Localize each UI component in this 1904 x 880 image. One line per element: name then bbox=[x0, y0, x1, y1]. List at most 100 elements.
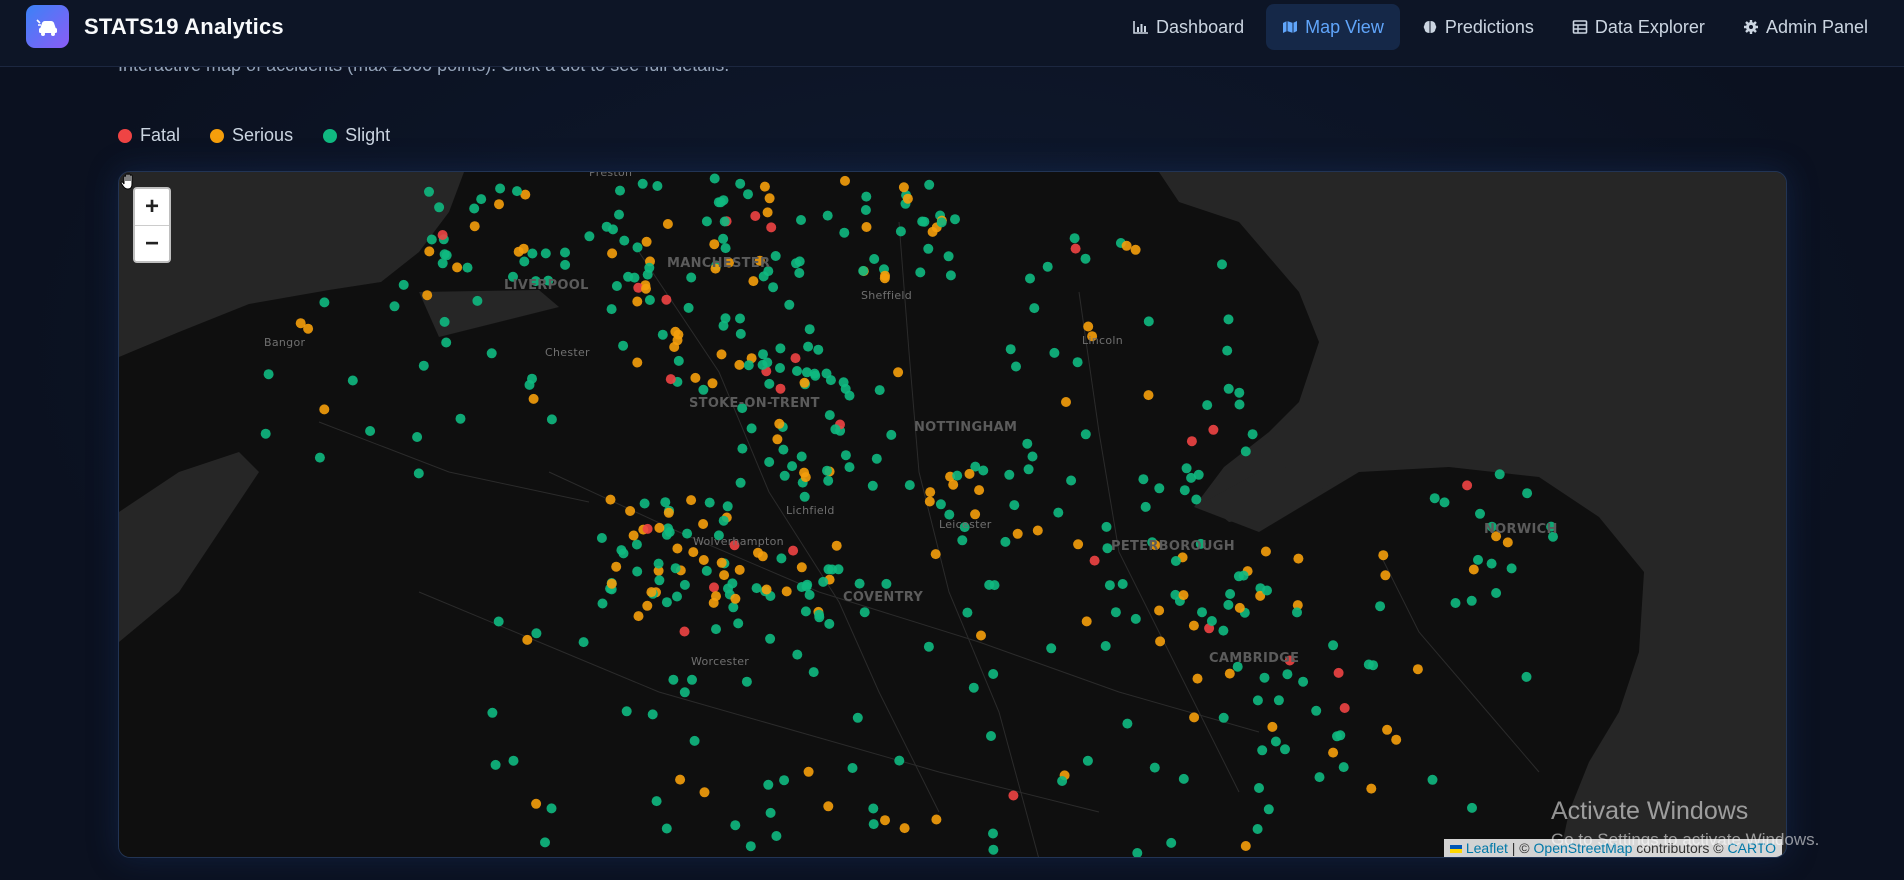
accident-marker-slight[interactable] bbox=[679, 579, 690, 590]
accident-marker-slight[interactable] bbox=[683, 302, 694, 313]
accident-marker-slight[interactable] bbox=[661, 823, 672, 834]
accident-marker-serious[interactable] bbox=[611, 561, 622, 572]
accident-marker-slight[interactable] bbox=[1202, 400, 1213, 411]
accident-marker-slight[interactable] bbox=[611, 281, 622, 291]
accident-marker-slight[interactable] bbox=[701, 216, 712, 227]
accident-marker-slight[interactable] bbox=[621, 706, 632, 717]
accident-marker-serious[interactable] bbox=[688, 547, 699, 558]
accident-marker-slight[interactable] bbox=[1072, 357, 1083, 368]
accident-marker-slight[interactable] bbox=[1027, 451, 1038, 462]
accident-marker-slight[interactable] bbox=[651, 796, 662, 807]
accident-marker-serious[interactable] bbox=[781, 586, 792, 597]
accident-marker-serious[interactable] bbox=[974, 485, 985, 496]
accident-marker-slight[interactable] bbox=[1368, 660, 1379, 671]
accident-marker-slight[interactable] bbox=[894, 755, 905, 766]
accident-marker-slight[interactable] bbox=[768, 282, 779, 293]
accident-marker-serious[interactable] bbox=[879, 273, 890, 284]
accident-marker-serious[interactable] bbox=[1073, 539, 1084, 550]
accident-marker-serious[interactable] bbox=[757, 551, 768, 562]
accident-marker-slight[interactable] bbox=[493, 616, 504, 627]
accident-marker-serious[interactable] bbox=[1032, 525, 1043, 536]
accident-marker-slight[interactable] bbox=[1240, 446, 1251, 457]
accident-marker-slight[interactable] bbox=[803, 341, 814, 352]
accident-marker-fatal[interactable] bbox=[790, 353, 801, 364]
accident-marker-slight[interactable] bbox=[512, 186, 522, 197]
accident-marker-serious[interactable] bbox=[452, 262, 463, 273]
accident-marker-serious[interactable] bbox=[1083, 321, 1094, 332]
accident-marker-serious[interactable] bbox=[1188, 620, 1199, 631]
accident-marker-slight[interactable] bbox=[838, 377, 849, 388]
accident-marker-slight[interactable] bbox=[871, 453, 882, 464]
accident-marker-slight[interactable] bbox=[822, 465, 832, 476]
accident-marker-serious[interactable] bbox=[295, 318, 306, 329]
accident-marker-slight[interactable] bbox=[1521, 671, 1532, 682]
accident-marker-serious[interactable] bbox=[633, 611, 644, 622]
accident-marker-slight[interactable] bbox=[861, 191, 872, 202]
osm-link[interactable]: OpenStreetMap bbox=[1534, 840, 1633, 856]
accident-marker-slight[interactable] bbox=[867, 480, 878, 491]
accident-marker-slight[interactable] bbox=[519, 256, 530, 267]
accident-marker-slight[interactable] bbox=[701, 565, 712, 576]
accident-marker-slight[interactable] bbox=[722, 501, 733, 512]
accident-marker-slight[interactable] bbox=[439, 316, 450, 327]
accident-marker-slight[interactable] bbox=[799, 491, 810, 502]
accident-marker-slight[interactable] bbox=[1023, 464, 1034, 475]
accident-marker-serious[interactable] bbox=[642, 600, 653, 611]
accident-marker-slight[interactable] bbox=[260, 428, 271, 439]
accident-marker-slight[interactable] bbox=[1110, 607, 1121, 618]
accident-marker-slight[interactable] bbox=[1282, 669, 1293, 680]
carto-link[interactable]: CARTO bbox=[1728, 840, 1777, 856]
accident-marker-serious[interactable] bbox=[1412, 664, 1423, 675]
accident-marker-slight[interactable] bbox=[1429, 493, 1440, 504]
accident-marker-serious[interactable] bbox=[632, 296, 643, 307]
accident-marker-slight[interactable] bbox=[1223, 383, 1234, 394]
accident-marker-slight[interactable] bbox=[1009, 500, 1020, 511]
accident-marker-serious[interactable] bbox=[927, 226, 938, 237]
accident-marker-slight[interactable] bbox=[1522, 488, 1533, 499]
accident-marker-slight[interactable] bbox=[1223, 599, 1234, 610]
accident-marker-serious[interactable] bbox=[707, 378, 718, 389]
accident-marker-serious[interactable] bbox=[1468, 564, 1479, 575]
accident-marker-slight[interactable] bbox=[751, 583, 762, 594]
accident-marker-slight[interactable] bbox=[1069, 233, 1080, 244]
accident-marker-slight[interactable] bbox=[787, 461, 798, 472]
accident-marker-slight[interactable] bbox=[682, 528, 693, 539]
accident-marker-slight[interactable] bbox=[1218, 712, 1229, 723]
accident-marker-serious[interactable] bbox=[764, 193, 775, 204]
accident-marker-serious[interactable] bbox=[531, 798, 542, 809]
accident-marker-slight[interactable] bbox=[578, 637, 589, 648]
accident-marker-slight[interactable] bbox=[524, 379, 535, 390]
accident-marker-slight[interactable] bbox=[314, 452, 325, 463]
accident-marker-serious[interactable] bbox=[1155, 636, 1166, 647]
accident-marker-slight[interactable] bbox=[735, 178, 746, 189]
accident-marker-slight[interactable] bbox=[469, 203, 480, 214]
accident-marker-slight[interactable] bbox=[814, 609, 825, 620]
accident-marker-slight[interactable] bbox=[434, 202, 445, 213]
accident-marker-slight[interactable] bbox=[1338, 762, 1349, 773]
accident-marker-slight[interactable] bbox=[1223, 314, 1234, 325]
accident-marker-serious[interactable] bbox=[1224, 668, 1235, 679]
accident-marker-slight[interactable] bbox=[1206, 616, 1217, 626]
accident-marker-slight[interactable] bbox=[796, 451, 807, 462]
accident-marker-slight[interactable] bbox=[560, 259, 571, 270]
accident-marker-serious[interactable] bbox=[1192, 673, 1203, 684]
accident-marker-slight[interactable] bbox=[825, 375, 836, 386]
accident-marker-slight[interactable] bbox=[1122, 718, 1133, 729]
accident-marker-slight[interactable] bbox=[1486, 558, 1497, 569]
accident-marker-slight[interactable] bbox=[632, 566, 643, 577]
accident-marker-serious[interactable] bbox=[898, 182, 909, 193]
accident-marker-serious[interactable] bbox=[930, 549, 941, 560]
accident-marker-slight[interactable] bbox=[923, 243, 934, 254]
accident-marker-slight[interactable] bbox=[1332, 731, 1342, 742]
zoom-out-button[interactable]: − bbox=[135, 225, 169, 261]
accident-marker-slight[interactable] bbox=[560, 247, 570, 258]
accident-marker-slight[interactable] bbox=[881, 578, 892, 589]
accident-marker-slight[interactable] bbox=[968, 682, 979, 693]
accident-marker-slight[interactable] bbox=[668, 674, 679, 685]
accident-marker-fatal[interactable] bbox=[1462, 480, 1473, 491]
accident-marker-slight[interactable] bbox=[1450, 598, 1461, 608]
accident-marker-serious[interactable] bbox=[1121, 240, 1132, 251]
accident-marker-slight[interactable] bbox=[718, 233, 729, 244]
accident-marker-slight[interactable] bbox=[1259, 672, 1270, 683]
accident-marker-slight[interactable] bbox=[792, 649, 803, 660]
